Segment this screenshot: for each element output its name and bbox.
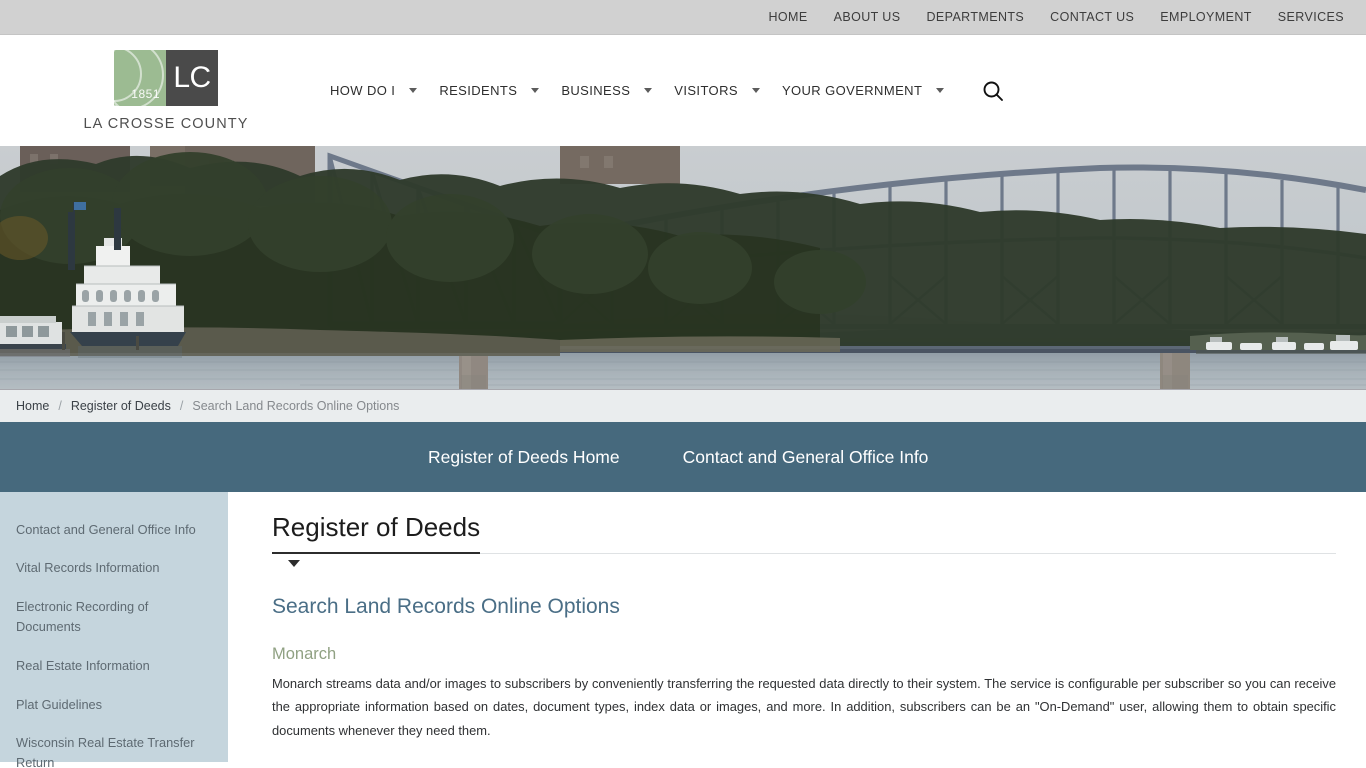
sidebar-menu: Contact and General Office Info Vital Re… bbox=[0, 492, 228, 768]
sub-heading: Search Land Records Online Options bbox=[272, 595, 620, 618]
sidebar-item-wisconsin-real-estate-transfer-return[interactable]: Wisconsin Real Estate Transfer Return bbox=[0, 724, 228, 768]
nav-label: VISITORS bbox=[674, 83, 738, 98]
breadcrumb-separator: / bbox=[179, 399, 184, 413]
subnav-link-contact-and-general-office-info[interactable]: Contact and General Office Info bbox=[683, 447, 929, 468]
hero-banner bbox=[0, 146, 1366, 389]
section-paragraph-monarch: Monarch streams data and/or images to su… bbox=[272, 676, 1336, 738]
logo-mark: 1851 LC bbox=[114, 49, 218, 106]
topbar-link-home[interactable]: HOME bbox=[768, 10, 807, 24]
section-subnav: Register of Deeds Home Contact and Gener… bbox=[0, 422, 1366, 492]
nav-item-how-do-i[interactable]: HOW DO I bbox=[330, 83, 418, 98]
main-content: Register of Deeds Search Land Records On… bbox=[228, 492, 1366, 762]
logo-monogram: LC bbox=[173, 60, 211, 94]
topbar-link-contact-us[interactable]: CONTACT US bbox=[1050, 10, 1134, 24]
nav-label: RESIDENTS bbox=[439, 83, 518, 98]
chevron-down-icon bbox=[409, 88, 418, 93]
nav-label: HOW DO I bbox=[330, 83, 396, 98]
section-toggle-caret-icon[interactable] bbox=[288, 560, 300, 567]
topbar-link-departments[interactable]: DEPARTMENTS bbox=[926, 10, 1024, 24]
main-navigation: HOW DO I RESIDENTS BUSINESS VISITORS YOU… bbox=[330, 76, 1008, 106]
site-header: 1851 LC LA CROSSE COUNTY HOW DO I RESIDE… bbox=[0, 35, 1366, 146]
topbar-link-about-us[interactable]: ABOUT US bbox=[834, 10, 901, 24]
chevron-down-icon bbox=[644, 88, 653, 93]
breadcrumb-separator: / bbox=[58, 399, 62, 413]
logo-year: 1851 bbox=[131, 86, 160, 101]
nav-label: YOUR GOVERNMENT bbox=[781, 83, 923, 98]
nav-item-your-government[interactable]: YOUR GOVERNMENT bbox=[781, 83, 945, 98]
section-heading-monarch: Monarch bbox=[272, 645, 337, 663]
nav-label: BUSINESS bbox=[561, 83, 631, 98]
logo-wordmark: LA CROSSE COUNTY bbox=[83, 115, 249, 132]
sidebar-item-plat-guidelines[interactable]: Plat Guidelines bbox=[0, 685, 228, 724]
logo-green-tile: 1851 bbox=[114, 49, 166, 106]
breadcrumb-item-register-of-deeds[interactable]: Register of Deeds bbox=[71, 399, 171, 413]
breadcrumb-item-current: Search Land Records Online Options bbox=[192, 399, 400, 413]
sidebar-item-vital-records-information[interactable]: Vital Records Information bbox=[0, 549, 228, 588]
chevron-down-icon bbox=[531, 88, 540, 93]
nav-item-residents[interactable]: RESIDENTS bbox=[439, 83, 540, 98]
hero-image bbox=[0, 146, 1366, 389]
sidebar-item-electronic-recording-of-documents[interactable]: Electronic Recording of Documents bbox=[0, 588, 228, 647]
chevron-down-icon bbox=[751, 88, 760, 93]
chevron-down-icon bbox=[936, 88, 945, 93]
nav-item-visitors[interactable]: VISITORS bbox=[674, 83, 760, 98]
page-title: Register of Deeds bbox=[272, 512, 481, 554]
sidebar-item-contact-and-general-office-info[interactable]: Contact and General Office Info bbox=[0, 510, 228, 549]
top-utility-bar: HOME ABOUT US DEPARTMENTS CONTACT US EMP… bbox=[0, 0, 1366, 35]
nav-item-business[interactable]: BUSINESS bbox=[561, 83, 653, 98]
right-marina bbox=[1190, 332, 1366, 354]
subnav-link-register-of-deeds-home[interactable]: Register of Deeds Home bbox=[428, 447, 620, 468]
breadcrumb: Home / Register of Deeds / Search Land R… bbox=[0, 389, 1366, 422]
breadcrumb-item-home[interactable]: Home bbox=[16, 399, 49, 413]
dock-boat bbox=[0, 316, 70, 357]
search-icon bbox=[983, 81, 1004, 101]
topbar-link-employment[interactable]: EMPLOYMENT bbox=[1160, 10, 1252, 24]
search-button[interactable] bbox=[978, 76, 1008, 106]
site-logo[interactable]: 1851 LC LA CROSSE COUNTY bbox=[50, 49, 282, 132]
sidebar-item-real-estate-information[interactable]: Real Estate Information bbox=[0, 646, 228, 685]
logo-dark-tile: LC bbox=[166, 49, 218, 106]
topbar-link-services[interactable]: SERVICES bbox=[1278, 10, 1344, 24]
page-body: Contact and General Office Info Vital Re… bbox=[0, 492, 1366, 768]
